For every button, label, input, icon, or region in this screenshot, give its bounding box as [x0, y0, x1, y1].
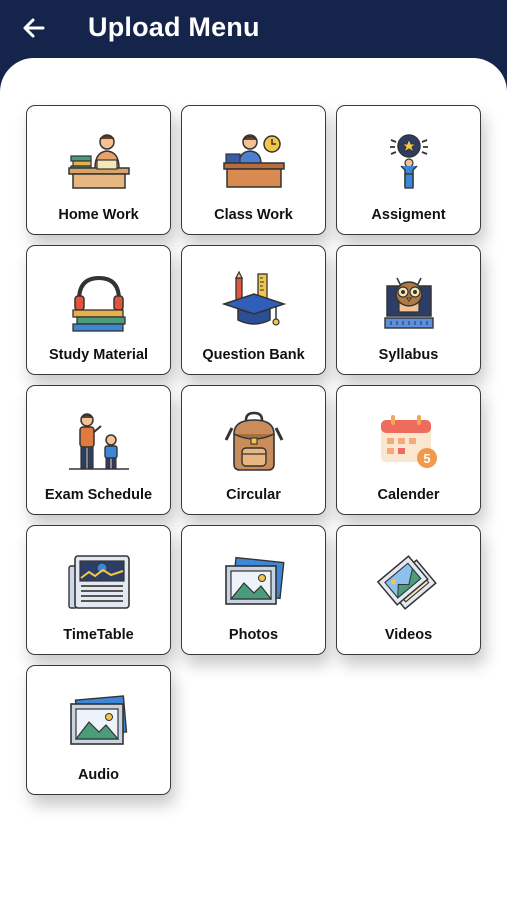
menu-tile-circular[interactable]: Circular [181, 385, 326, 515]
idea-bulb-person-icon [377, 130, 441, 194]
teacher-at-desk-clock-icon [222, 130, 286, 194]
menu-tile-label: TimeTable [63, 627, 134, 643]
video-frames-icon [376, 550, 441, 614]
menu-tile-label: Videos [384, 627, 433, 643]
back-button[interactable] [20, 14, 48, 42]
menu-tile-label: Question Bank [202, 347, 305, 363]
backpack-icon [222, 410, 286, 474]
menu-tile-syllabus[interactable]: Syllabus [336, 245, 481, 375]
photos-icon [222, 550, 286, 614]
menu-tile-label: Syllabus [378, 347, 439, 363]
menu-tile-label: Home Work [58, 207, 139, 223]
menu-tile-photos[interactable]: Photos [181, 525, 326, 655]
menu-tile-label: Study Material [48, 347, 149, 363]
menu-tile-videos[interactable]: Videos [336, 525, 481, 655]
menu-tile-label: Exam Schedule [44, 487, 153, 503]
svg-text:5: 5 [423, 451, 430, 466]
image-frame-icon [67, 690, 131, 754]
teacher-desk-books-icon [67, 130, 131, 194]
menu-tile-label: Calender [377, 487, 440, 503]
menu-tile-assigment[interactable]: Assigment [336, 105, 481, 235]
menu-tile-home-work[interactable]: Home Work [26, 105, 171, 235]
menu-tile-class-work[interactable]: Class Work [181, 105, 326, 235]
page-title: Upload Menu [88, 12, 260, 42]
headphones-books-icon [67, 270, 131, 334]
menu-tile-exam-schedule[interactable]: Exam Schedule [26, 385, 171, 515]
newspaper-icon [67, 550, 131, 614]
upload-menu-grid: Home Work Class Work Assigment Study Mat… [26, 105, 481, 795]
calendar-icon: 5 [377, 410, 441, 474]
menu-tile-label: Circular [226, 487, 281, 503]
menu-tile-label: Class Work [214, 207, 293, 223]
teacher-student-icon [67, 410, 131, 474]
menu-tile-calender[interactable]: 5 Calender [336, 385, 481, 515]
graduation-cap-pencils-icon [221, 270, 286, 334]
menu-tile-audio[interactable]: Audio [26, 665, 171, 795]
menu-tile-study-material[interactable]: Study Material [26, 245, 171, 375]
menu-tile-label: Assigment [371, 207, 446, 223]
arrow-left-icon [23, 18, 45, 38]
menu-tile-timetable[interactable]: TimeTable [26, 525, 171, 655]
owl-computer-icon [377, 270, 441, 334]
menu-tile-label: Audio [77, 767, 120, 783]
menu-tile-question-bank[interactable]: Question Bank [181, 245, 326, 375]
menu-tile-label: Photos [228, 627, 279, 643]
